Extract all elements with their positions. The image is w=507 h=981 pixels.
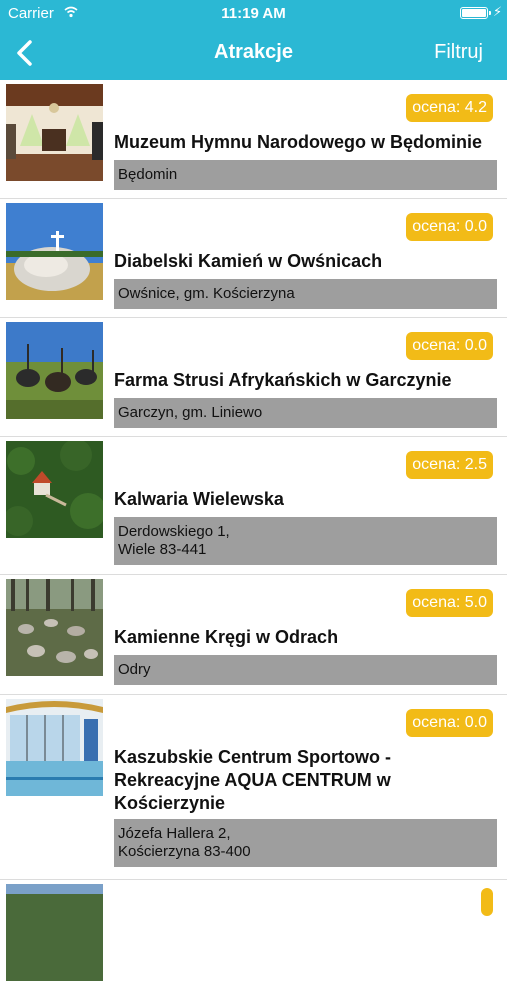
attraction-thumbnail xyxy=(6,441,103,538)
charging-icon: ⚡ xyxy=(493,4,503,19)
filter-button[interactable]: Filtruj xyxy=(434,41,483,64)
title-line: Rekreacyjne AQUA CENTRUM w xyxy=(114,770,391,790)
list-item[interactable]: ocena: 4.2 Muzeum Hymnu Narodowego w Będ… xyxy=(0,80,507,199)
list-item[interactable]: ocena: 0.0 Diabelski Kamień w Owśnicach … xyxy=(0,199,507,318)
attraction-thumbnail xyxy=(6,203,103,300)
rating-badge: ocena: 5.0 xyxy=(406,589,493,617)
address-line: Józefa Hallera 2, xyxy=(118,825,231,842)
attraction-address: Józefa Hallera 2, Kościerzyna 83-400 xyxy=(114,819,497,867)
back-chevron-icon[interactable] xyxy=(10,36,40,70)
attraction-thumbnail xyxy=(6,579,103,676)
attraction-thumbnail xyxy=(6,884,103,981)
clock: 11:19 AM xyxy=(221,5,286,22)
navigation-bar: Atrakcje Filtruj xyxy=(0,28,507,80)
rating-badge: ocena: 0.0 xyxy=(406,709,493,737)
attraction-thumbnail xyxy=(6,699,103,796)
attraction-thumbnail xyxy=(6,84,103,181)
list-item[interactable] xyxy=(0,880,507,981)
address-line: Wiele 83-441 xyxy=(118,541,207,558)
attraction-title: Kalwaria Wielewska xyxy=(114,489,284,509)
battery-icon xyxy=(460,7,491,19)
list-item[interactable]: ocena: 0.0 Farma Strusi Afrykańskich w G… xyxy=(0,318,507,437)
address-line: Kościerzyna 83-400 xyxy=(118,843,251,860)
attraction-thumbnail xyxy=(6,322,103,419)
list-item[interactable]: ocena: 5.0 Kamienne Kręgi w Odrach Odry xyxy=(0,575,507,695)
attraction-title: Kamienne Kręgi w Odrach xyxy=(114,627,339,647)
attraction-title: Farma Strusi Afrykańskich w Garczynie xyxy=(114,370,452,390)
attraction-title: Muzeum Hymnu Narodowego w Będominie xyxy=(114,132,483,152)
title-line: Kościerzynie xyxy=(114,793,226,813)
attraction-address: Derdowskiego 1, Wiele 83-441 xyxy=(114,517,497,565)
rating-badge: ocena: 0.0 xyxy=(406,332,493,360)
attractions-list: ocena: 4.2 Muzeum Hymnu Narodowego w Będ… xyxy=(0,80,507,981)
attraction-title: Kaszubskie Centrum Sportowo - Rekreacyjn… xyxy=(114,746,495,815)
attraction-address: Będomin xyxy=(114,160,497,190)
attraction-title: Diabelski Kamień w Owśnicach xyxy=(114,251,383,271)
list-item[interactable]: ocena: 2.5 Kalwaria Wielewska Derdowskie… xyxy=(0,437,507,575)
rating-badge: ocena: 4.2 xyxy=(406,94,493,122)
list-item[interactable]: ocena: 0.0 Kaszubskie Centrum Sportowo -… xyxy=(0,695,507,880)
attraction-address: Garczyn, gm. Liniewo xyxy=(114,398,497,428)
title-line: Kaszubskie Centrum Sportowo - xyxy=(114,747,392,767)
page-title: Atrakcje xyxy=(214,41,293,63)
attraction-address: Odry xyxy=(114,655,497,685)
address-line: Derdowskiego 1, xyxy=(118,523,230,540)
rating-badge: ocena: 0.0 xyxy=(406,213,493,241)
rating-badge: ocena: 2.5 xyxy=(406,451,493,479)
attraction-address: Owśnice, gm. Kościerzyna xyxy=(114,279,497,309)
status-bar: Carrier 11:19 AM ⚡ xyxy=(0,0,507,28)
rating-badge xyxy=(481,888,493,916)
